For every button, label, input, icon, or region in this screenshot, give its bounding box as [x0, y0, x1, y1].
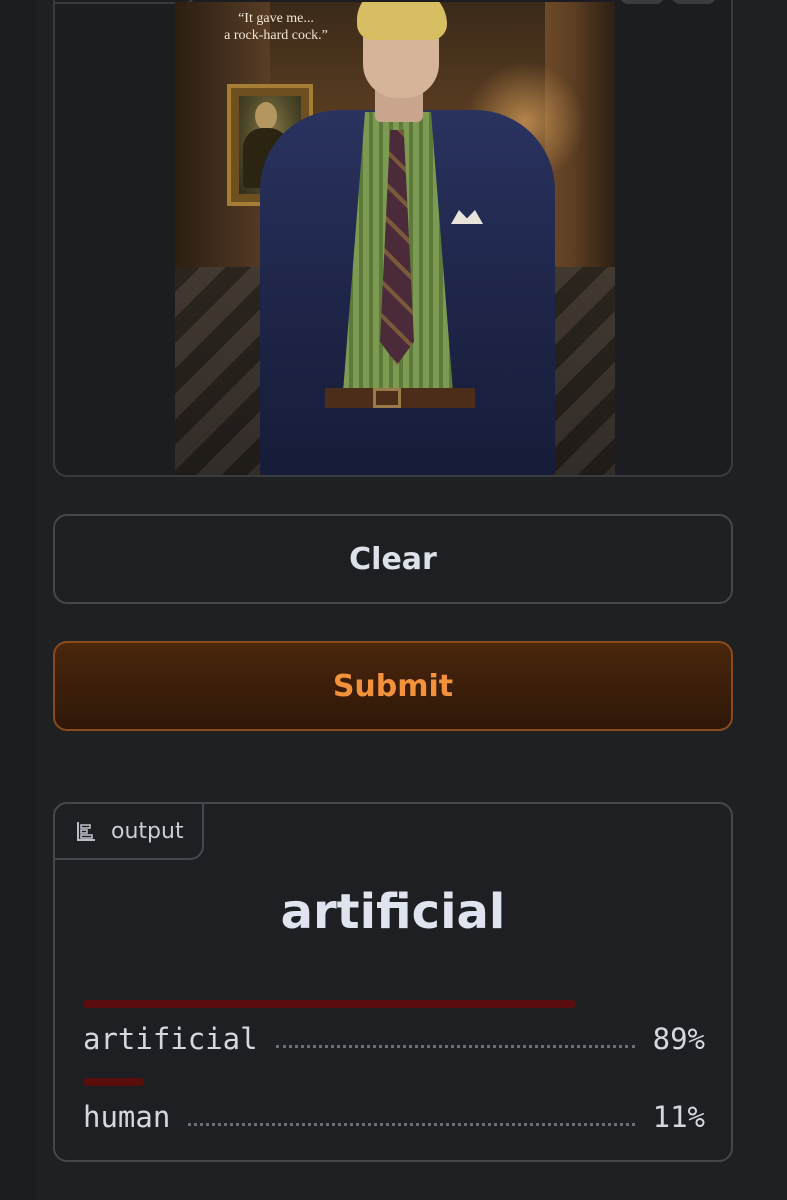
output-tab: output — [53, 802, 204, 860]
dotted-leader — [188, 1123, 635, 1126]
confidence-label: artificial — [83, 1022, 258, 1056]
app-page: “It gave me... a rock-hard cock.” Clear … — [0, 0, 787, 1200]
image-input-tab — [55, 0, 195, 4]
clear-button[interactable]: Clear — [53, 514, 733, 604]
confidence-row: human 11% — [83, 1078, 705, 1148]
image-clear-button[interactable] — [672, 0, 716, 4]
uploaded-image: “It gave me... a rock-hard cock.” — [175, 2, 615, 475]
bar-chart-icon — [75, 820, 97, 842]
output-tab-label: output — [111, 818, 184, 844]
submit-button[interactable]: Submit — [53, 641, 733, 731]
confidence-bar — [83, 1000, 576, 1008]
predicted-label: artificial — [280, 884, 506, 940]
image-caption: “It gave me... a rock-hard cock.” — [211, 10, 341, 44]
image-caption-line-1: “It gave me... — [238, 11, 314, 26]
confidence-label: human — [83, 1100, 171, 1134]
image-edit-button[interactable] — [620, 0, 664, 4]
image-caption-line-2: a rock-hard cock.” — [224, 28, 328, 43]
confidence-bar — [83, 1078, 144, 1086]
output-panel: output artificial artificial 89% human 1… — [53, 802, 733, 1162]
confidence-row: artificial 89% — [83, 1000, 705, 1070]
confidence-percent: 89% — [652, 1022, 705, 1056]
dotted-leader — [275, 1045, 635, 1048]
confidence-percent: 11% — [652, 1100, 705, 1134]
image-input-panel[interactable]: “It gave me... a rock-hard cock.” — [53, 0, 733, 477]
side-strip — [0, 0, 36, 1200]
